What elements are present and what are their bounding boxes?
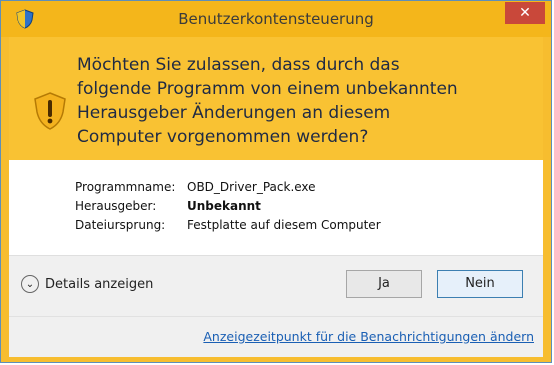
yes-button[interactable]: Ja	[346, 270, 422, 298]
notification-settings-link[interactable]: Anzeigezeitpunkt für die Benachrichtigun…	[203, 329, 534, 344]
publisher-label: Herausgeber:	[75, 199, 157, 213]
program-row: Programmname: OBD_Driver_Pack.exe	[75, 180, 381, 199]
warning-banner: Möchten Sie zulassen, dass durch das fol…	[9, 37, 543, 160]
publisher-row: Herausgeber: Unbekannt	[75, 199, 381, 218]
close-button[interactable]: ✕	[505, 2, 545, 24]
origin-row: Dateiursprung: Festplatte auf diesem Com…	[75, 218, 381, 237]
origin-label: Dateiursprung:	[75, 218, 166, 232]
program-label: Programmname:	[75, 180, 176, 194]
program-details: Programmname: OBD_Driver_Pack.exe Heraus…	[9, 160, 543, 255]
publisher-value: Unbekannt	[187, 199, 261, 213]
details-toggle-label: Details anzeigen	[45, 276, 154, 292]
chevron-down-icon: ⌄	[21, 275, 39, 293]
close-icon: ✕	[519, 5, 531, 21]
notification-footer: Anzeigezeitpunkt für die Benachrichtigun…	[9, 316, 543, 357]
details-toggle[interactable]: ⌄ Details anzeigen	[21, 275, 153, 293]
uac-dialog: Benutzerkontensteuerung ✕ Möchten Sie zu…	[0, 0, 552, 363]
origin-value: Festplatte auf diesem Computer	[187, 218, 381, 232]
program-value: OBD_Driver_Pack.exe	[187, 180, 316, 194]
window-title: Benutzerkontensteuerung	[178, 10, 374, 28]
consent-question: Möchten Sie zulassen, dass durch das fol…	[77, 55, 458, 147]
warning-shield-icon	[34, 92, 66, 130]
title-bar: Benutzerkontensteuerung ✕	[1, 1, 551, 37]
details-table: Programmname: OBD_Driver_Pack.exe Heraus…	[75, 180, 381, 237]
action-bar: ⌄ Details anzeigen Ja Nein	[9, 255, 543, 316]
no-button[interactable]: Nein	[437, 270, 523, 298]
